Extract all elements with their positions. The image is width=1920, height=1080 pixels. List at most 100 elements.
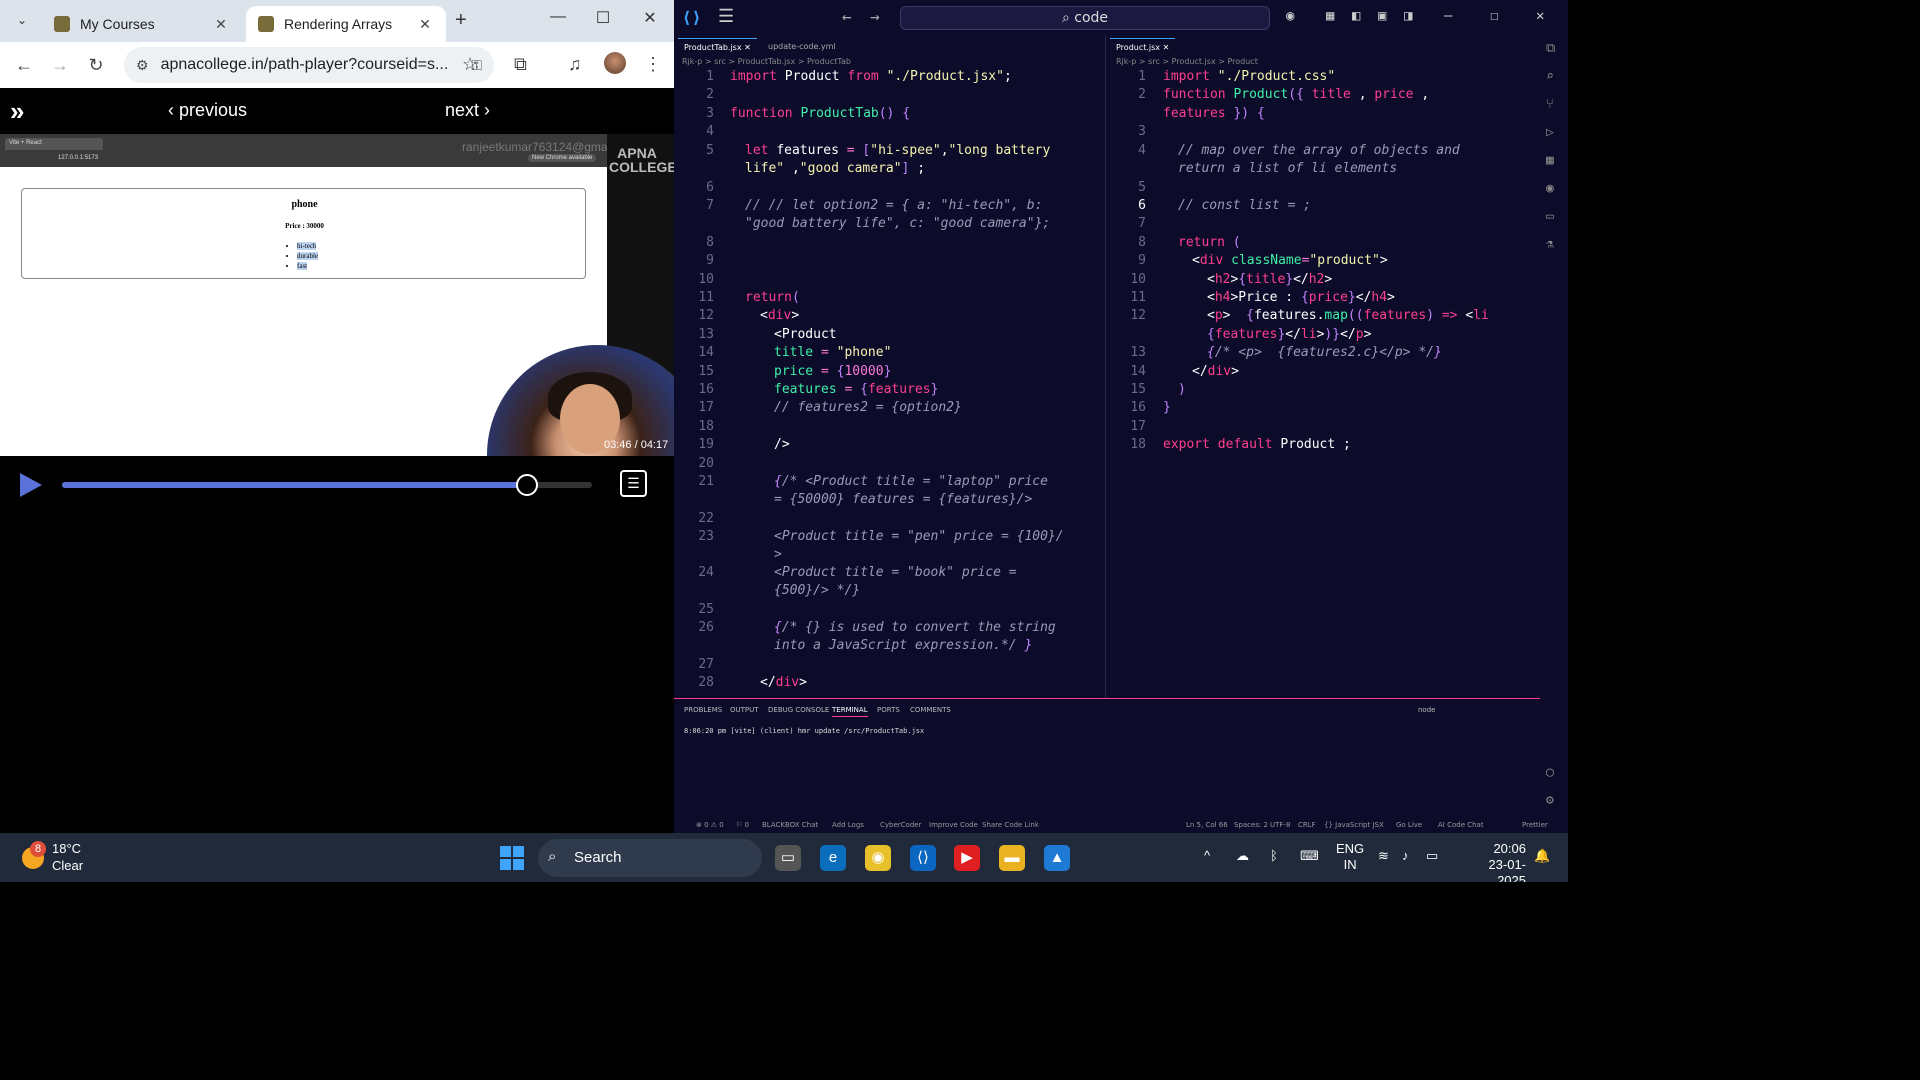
tab-product[interactable]: Product.jsx ✕ xyxy=(1110,38,1176,56)
bookmark-star-icon[interactable]: ☆ xyxy=(462,54,478,75)
back-icon[interactable]: ← xyxy=(6,55,42,76)
menu-kebab-icon[interactable]: ⋮ xyxy=(644,54,662,75)
show-hidden-icons[interactable]: ^ xyxy=(1204,848,1210,863)
vscode-icon[interactable]: ⟨⟩ xyxy=(910,845,936,871)
back-icon[interactable]: ← xyxy=(842,7,852,26)
status-ai-chat[interactable]: AI Code Chat xyxy=(1438,821,1484,829)
layout-icon[interactable]: ▦ xyxy=(1326,8,1334,24)
terminal-name[interactable]: node xyxy=(1418,706,1435,714)
tab-terminal[interactable]: TERMINAL xyxy=(832,706,868,717)
forward-icon[interactable]: → xyxy=(870,7,880,26)
maximize-icon[interactable]: ☐ xyxy=(1490,8,1498,24)
tab-debug-console[interactable]: DEBUG CONSOLE xyxy=(768,706,829,714)
wifi-icon[interactable]: ≋ xyxy=(1378,848,1389,864)
media-controls-icon[interactable]: ♫ xyxy=(568,54,582,75)
status-cybercoder[interactable]: CyberCoder xyxy=(880,821,921,829)
terminal-output[interactable]: 8:06:20 pm [vite] (client) hmr update /s… xyxy=(684,727,924,735)
extensions-icon[interactable]: ⧉ xyxy=(514,54,527,75)
reload-icon[interactable]: ↻ xyxy=(78,55,114,76)
minimize-icon[interactable]: — xyxy=(1444,8,1452,24)
source-control-icon[interactable]: ⑂ xyxy=(1546,97,1554,112)
language-indicator[interactable]: ENG IN xyxy=(1336,841,1364,873)
edge-icon[interactable]: e xyxy=(820,845,846,871)
file-explorer-icon[interactable]: ▬ xyxy=(999,845,1025,871)
profile-avatar[interactable] xyxy=(604,52,626,74)
tab-rendering-arrays[interactable]: Rendering Arrays ✕ xyxy=(246,6,446,42)
tab-ports[interactable]: PORTS xyxy=(877,706,900,714)
battery-icon[interactable]: ▭ xyxy=(1426,848,1438,864)
onedrive-icon[interactable]: ☁ xyxy=(1236,848,1249,864)
command-center[interactable]: ⌕ code xyxy=(900,6,1270,30)
tab-producttab[interactable]: ProductTab.jsx ✕ xyxy=(678,38,757,56)
site-info-icon[interactable]: ⚙ xyxy=(136,57,149,74)
toggle-sidebar-icon[interactable]: ◧ xyxy=(1352,8,1360,24)
tab-search-icon[interactable]: ⌄ xyxy=(10,8,34,32)
weather-temperature[interactable]: 18°C xyxy=(52,841,81,856)
copilot-icon[interactable]: ◉ xyxy=(1286,8,1294,24)
close-window-icon[interactable]: ✕ xyxy=(1536,8,1544,24)
forward-icon[interactable]: → xyxy=(42,55,78,76)
status-prettier[interactable]: Prettier xyxy=(1522,821,1548,829)
status-add-logs[interactable]: Add Logs xyxy=(832,821,864,829)
run-debug-icon[interactable]: ▷ xyxy=(1546,125,1554,140)
extensions-icon[interactable]: ▦ xyxy=(1546,153,1554,168)
tab-update-code[interactable]: update-code.yml xyxy=(762,38,842,56)
bluetooth-icon[interactable]: ᛒ xyxy=(1270,848,1278,863)
chat-icon[interactable]: ◉ xyxy=(1546,181,1554,196)
minimize-icon[interactable]: — xyxy=(543,8,573,26)
clock[interactable]: 20:06 23-01-2025 xyxy=(1460,841,1526,882)
status-cursor-pos[interactable]: Ln 5, Col 66 xyxy=(1186,821,1228,829)
weather-condition[interactable]: Clear xyxy=(52,858,83,873)
explorer-icon[interactable]: ⧉ xyxy=(1546,41,1555,56)
toggle-panel-icon[interactable]: ▣ xyxy=(1378,8,1386,24)
maximize-icon[interactable]: ☐ xyxy=(588,8,618,28)
play-icon[interactable] xyxy=(20,473,42,497)
status-indent[interactable]: Spaces: 2 xyxy=(1234,821,1268,829)
status-eol[interactable]: CRLF xyxy=(1298,821,1316,829)
status-problems[interactable]: ⊗ 0 ⚠ 0 xyxy=(696,821,724,829)
status-go-live[interactable]: Go Live xyxy=(1396,821,1422,829)
close-window-icon[interactable]: ✕ xyxy=(635,8,665,28)
status-encoding[interactable]: UTF-8 xyxy=(1270,821,1290,829)
task-view-icon[interactable]: ▭ xyxy=(775,845,801,871)
breadcrumb[interactable]: Rjk-p > src > ProductTab.jsx > ProductTa… xyxy=(682,57,851,66)
previous-button[interactable]: ‹ previous xyxy=(168,100,247,121)
next-button[interactable]: next › xyxy=(445,100,490,121)
tab-problems[interactable]: PROBLEMS xyxy=(684,706,722,714)
menu-icon[interactable]: ☰ xyxy=(718,6,734,27)
testing-icon[interactable]: ⚗ xyxy=(1546,237,1554,252)
search-icon[interactable]: ⌕ xyxy=(1546,69,1554,84)
status-improve-code[interactable]: Improve Code xyxy=(929,821,978,829)
seek-bar[interactable] xyxy=(62,474,592,496)
expand-sidebar-icon[interactable]: » xyxy=(10,96,24,127)
notifications-icon[interactable]: 🔔 xyxy=(1534,848,1550,864)
tab-output[interactable]: OUTPUT xyxy=(730,706,759,714)
status-ports[interactable]: ⚐ 0 xyxy=(736,821,749,829)
youtube-icon[interactable]: ▶ xyxy=(954,845,980,871)
volume-icon[interactable]: ♪ xyxy=(1402,848,1409,863)
video-player[interactable]: Vite + React 127.0.0.1:5173 New Chrome a… xyxy=(0,134,674,456)
tab-comments[interactable]: COMMENTS xyxy=(910,706,951,714)
keyboard-icon[interactable]: ⌨ xyxy=(1300,848,1319,864)
close-icon[interactable]: ✕ xyxy=(416,16,434,33)
status-share-code[interactable]: Share Code Link xyxy=(982,821,1039,829)
photos-icon[interactable]: ▲ xyxy=(1044,845,1070,871)
line-number: 7 xyxy=(1138,216,1146,231)
left-editor-tabs: ProductTab.jsx ✕ update-code.yml xyxy=(674,35,1105,57)
toggle-secondary-sidebar-icon[interactable]: ◨ xyxy=(1404,8,1412,24)
address-bar[interactable]: ⚙ apnacollege.in/path-player?courseid=s.… xyxy=(124,47,494,83)
new-tab-icon[interactable]: + xyxy=(455,9,467,32)
chrome-icon[interactable]: ◉ xyxy=(865,845,891,871)
account-icon[interactable]: ◯ xyxy=(1546,765,1554,780)
taskbar-search[interactable]: Search xyxy=(538,839,762,877)
tab-my-courses[interactable]: My Courses ✕ xyxy=(42,6,242,42)
status-language[interactable]: {} JavaScript JSX xyxy=(1324,821,1384,829)
gear-icon[interactable]: ⚙ xyxy=(1546,793,1554,808)
seek-handle[interactable] xyxy=(516,474,539,496)
close-icon[interactable]: ✕ xyxy=(212,16,230,33)
start-button[interactable] xyxy=(500,846,524,870)
breadcrumb[interactable]: Rjk-p > src > Product.jsx > Product xyxy=(1116,57,1258,66)
remote-icon[interactable]: ▭ xyxy=(1546,209,1554,224)
player-settings-icon[interactable]: ☰ xyxy=(620,470,647,497)
status-blackbox[interactable]: BLACKBOX Chat xyxy=(762,821,818,829)
